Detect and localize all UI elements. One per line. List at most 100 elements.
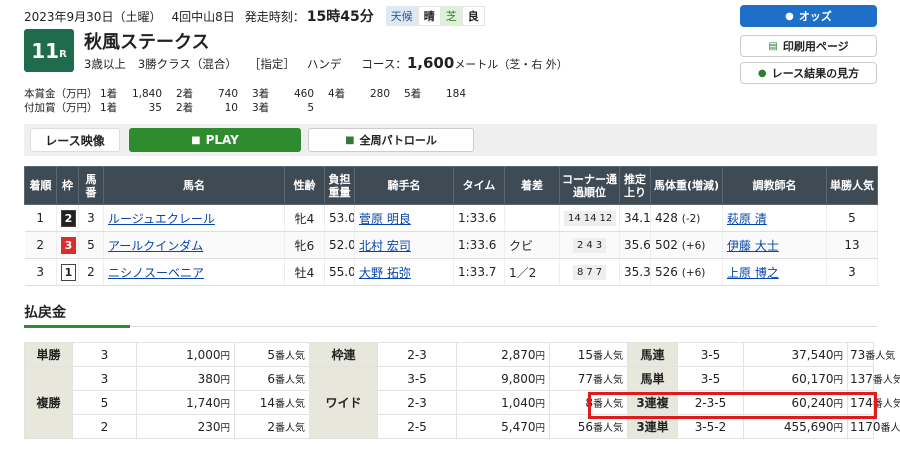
yen-unit: 円 bbox=[220, 374, 230, 386]
prize-main-5: 5着 184 bbox=[404, 87, 480, 101]
header-popularity: 単勝人気 bbox=[826, 166, 878, 205]
odds-button[interactable]: ● オッズ bbox=[740, 5, 877, 27]
fukusho-pop-cell: 14番人気 bbox=[234, 390, 310, 415]
trainer-link[interactable]: 伊藤 大士 bbox=[727, 239, 779, 253]
trainer-link[interactable]: 上原 博之 bbox=[727, 266, 779, 280]
horse-number: 2 bbox=[78, 258, 104, 286]
tansho-payout: 1,000 bbox=[186, 347, 221, 362]
corner-pos: 14 bbox=[568, 213, 581, 224]
tansho-number: 3 bbox=[72, 342, 137, 367]
jockey-link[interactable]: 北村 宏司 bbox=[359, 239, 411, 253]
body-weight-diff: (+6) bbox=[681, 267, 706, 279]
corner-pos: 4 bbox=[586, 240, 593, 251]
sanrenpuku-highlight-box bbox=[588, 392, 877, 419]
patrol-label: 全周パトロール bbox=[359, 134, 437, 147]
umaren-label: 馬連 bbox=[627, 342, 678, 367]
fukusho-payout: 380 bbox=[197, 371, 221, 386]
prize-main-1: 1着 1,840 bbox=[100, 87, 176, 101]
header-margin: 着差 bbox=[504, 166, 560, 205]
wide-payout: 1,040 bbox=[501, 395, 536, 410]
last-3f: 34.1 bbox=[619, 204, 651, 232]
umatan-label: 馬単 bbox=[627, 366, 678, 391]
tansho-label: 単勝 bbox=[24, 342, 73, 367]
horse-name-link[interactable]: ルージュエクレール bbox=[108, 212, 215, 226]
last-3f: 35.3 bbox=[619, 258, 651, 286]
prize-main-row: 本賞金（万円） 1着 1,840 2着 740 3着 460 4着 280 5着 184 bbox=[24, 87, 480, 101]
sanrentan-payout: 455,690 bbox=[783, 419, 834, 434]
corner-cell: 877 bbox=[559, 258, 620, 286]
table-row: 3 1 2 ニシノスーベニア 牡4 55.0 大野 拓弥 1:33.7 1／2 … bbox=[24, 258, 878, 286]
horse-name-cell: ルージュエクレール bbox=[103, 204, 285, 232]
print-page-button[interactable]: ▤ 印刷用ページ bbox=[740, 35, 877, 57]
fukusho-pop: 14 bbox=[259, 396, 275, 410]
print-page-label: 印刷用ページ bbox=[782, 40, 849, 53]
header-horse: 馬名 bbox=[103, 166, 285, 205]
corner-positions: 14 14 12 bbox=[564, 211, 617, 226]
wide-number: 2-3 bbox=[377, 390, 457, 415]
wide-label: ワイド bbox=[309, 366, 378, 439]
payout-table: 単勝 3 1,000円 5番人気 枠連 2-3 2,870円 15番人気 馬連 … bbox=[24, 342, 900, 439]
horse-name-link[interactable]: アールクインダム bbox=[108, 239, 203, 253]
fukusho-pop: 6 bbox=[267, 372, 275, 386]
race-condition-age: 3歳以上 bbox=[84, 57, 126, 71]
race-condition-class: 3勝クラス（混合） bbox=[137, 57, 237, 71]
horse-name-link[interactable]: ニシノスーベニア bbox=[108, 266, 204, 280]
corner-pos: 7 bbox=[586, 267, 593, 278]
yen-unit: 円 bbox=[833, 350, 843, 362]
wide-payout-cell: 1,040円 bbox=[456, 390, 550, 415]
play-button[interactable]: ■ PLAY bbox=[129, 128, 301, 152]
header-rank: 着順 bbox=[24, 166, 57, 205]
wide-payout: 5,470 bbox=[501, 419, 536, 434]
patrol-video-button[interactable]: ■ 全周パトロール bbox=[308, 128, 474, 152]
yen-unit: 円 bbox=[220, 398, 230, 410]
body-weight: 502 bbox=[655, 238, 678, 252]
post-time-label: 発走時刻： bbox=[244, 9, 305, 24]
video-camera-icon: ■ bbox=[191, 134, 201, 146]
fukusho-pop-cell: 6番人気 bbox=[234, 366, 310, 391]
wakuren-payout: 2,870 bbox=[501, 347, 536, 362]
wide-number: 2-5 bbox=[377, 414, 457, 439]
yen-unit: 円 bbox=[833, 374, 843, 386]
race-name: 秋風ステークス bbox=[84, 32, 210, 53]
body-weight: 428 bbox=[655, 211, 678, 225]
trainer-cell: 伊藤 大士 bbox=[722, 231, 827, 259]
header-corner: コーナー通過順位 bbox=[559, 166, 620, 205]
race-info-line: 2023年9月30日（土曜） 4回中山8日 発走時刻： 15時45分 天候 晴 … bbox=[24, 6, 485, 26]
corner-pos: 12 bbox=[599, 213, 613, 224]
waku-badge: 2 bbox=[61, 209, 76, 227]
fukusho-number: 2 bbox=[72, 414, 137, 439]
course-distance: 1,600 bbox=[406, 54, 455, 72]
trainer-link[interactable]: 萩原 清 bbox=[727, 212, 767, 226]
result-guide-button[interactable]: ● レース結果の見方 bbox=[740, 62, 877, 84]
header-trainer: 調教師名 bbox=[722, 166, 827, 205]
prize-value: 740 bbox=[217, 88, 238, 100]
ninki-unit: 番人気 bbox=[593, 351, 623, 362]
ninki-unit: 番人気 bbox=[275, 423, 305, 434]
jockey-link[interactable]: 菅原 明良 bbox=[359, 212, 411, 226]
umaren-number: 3-5 bbox=[677, 342, 744, 367]
carried-weight: 53.0 bbox=[324, 204, 355, 232]
printer-icon: ▤ bbox=[768, 40, 778, 52]
wide-payout-cell: 9,800円 bbox=[456, 366, 550, 391]
fukusho-number: 3 bbox=[72, 366, 137, 391]
post-time: 15時45分 bbox=[306, 9, 374, 25]
fukusho-label: 複勝 bbox=[24, 366, 73, 439]
wide-pop: 56 bbox=[577, 420, 593, 434]
header-weight: 負担重量 bbox=[324, 166, 355, 205]
weather-value: 晴 bbox=[417, 6, 441, 26]
jockey-link[interactable]: 大野 拓弥 bbox=[359, 266, 411, 280]
corner-positions: 243 bbox=[572, 238, 607, 253]
race-video-label: レース映像 bbox=[30, 128, 120, 152]
trainer-cell: 上原 博之 bbox=[722, 258, 827, 286]
yen-unit: 円 bbox=[535, 398, 545, 410]
prize-extra-3: 3着 5 bbox=[252, 101, 328, 115]
payout-divider bbox=[130, 326, 877, 327]
popularity: 13 bbox=[826, 231, 878, 259]
fukusho-number: 5 bbox=[72, 390, 137, 415]
ninki-unit: 番人気 bbox=[593, 375, 623, 386]
body-weight-diff: (-2) bbox=[681, 213, 701, 225]
finish-time: 1:33.6 bbox=[453, 204, 505, 232]
prize-value: 280 bbox=[369, 88, 390, 100]
wakuren-payout-cell: 2,870円 bbox=[456, 342, 550, 367]
video-camera-icon: ■ bbox=[345, 134, 355, 146]
